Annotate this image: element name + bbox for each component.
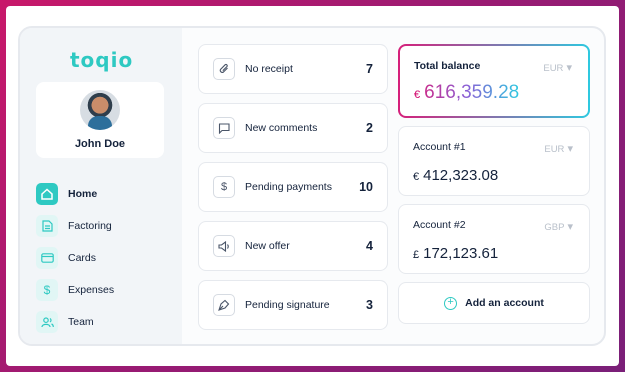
home-icon [36,183,58,205]
add-account-label: Add an account [465,297,544,309]
amount-value: 172,123.61 [423,245,499,262]
total-balance-card[interactable]: Total balance EUR €616,359.28 [398,44,590,118]
brand-logo[interactable]: toqio [70,48,133,72]
comment-icon [213,117,235,139]
sidebar-item-expenses[interactable]: $ Expenses [36,274,114,306]
avatar [80,90,120,130]
sidebar-item-cards[interactable]: Cards [36,242,114,274]
currency-select[interactable]: GBP [544,220,573,233]
notification-pending-payments[interactable]: $ Pending payments 10 [198,162,388,212]
notification-label: Pending payments [245,181,332,193]
total-balance-amount: €616,359.28 [414,82,519,104]
sidebar-nav: Home Factoring Cards $ Expenses Team [36,178,114,338]
add-account-button[interactable]: + Add an account [398,282,590,324]
plus-circle-icon: + [444,296,458,310]
notification-label: Pending signature [245,299,330,311]
notification-label: No receipt [245,63,293,75]
sidebar-item-label: Team [68,316,94,328]
notification-count: 2 [366,121,373,135]
notification-no-receipt[interactable]: No receipt 7 [198,44,388,94]
sidebar: toqio John Doe Home Factoring Cards $ Ex… [20,28,182,344]
notification-new-offer[interactable]: New offer 4 [198,221,388,271]
account-amount: €412,323.08 [413,167,498,184]
notification-count: 4 [366,239,373,253]
notification-pending-signature[interactable]: Pending signature 3 [198,280,388,330]
account-amount: £172,123.61 [413,245,498,262]
sidebar-item-label: Expenses [68,284,115,296]
dashboard-window: toqio John Doe Home Factoring Cards $ Ex… [18,26,606,346]
card-icon [36,247,58,269]
notification-count: 3 [366,298,373,312]
amount-value: 616,359.28 [424,82,520,103]
profile-card[interactable]: John Doe [36,82,164,158]
account-card-2[interactable]: Account #2 GBP £172,123.61 [398,204,590,274]
sidebar-item-label: Factoring [68,220,112,232]
team-icon [36,311,58,333]
document-icon [36,215,58,237]
sidebar-item-team[interactable]: Team [36,306,114,338]
megaphone-icon [213,235,235,257]
currency-select[interactable]: EUR [543,61,572,74]
notification-label: New offer [245,240,290,252]
sidebar-item-home[interactable]: Home [36,178,114,210]
notification-count: 10 [359,180,373,194]
notification-count: 7 [366,62,373,76]
paperclip-icon [213,58,235,80]
currency-symbol: € [413,171,420,183]
amount-value: 412,323.08 [423,167,499,184]
sidebar-item-factoring[interactable]: Factoring [36,210,114,242]
accounts-panel: Total balance EUR €616,359.28 Account #1… [398,44,590,324]
notification-label: New comments [245,122,318,134]
notifications-list: No receipt 7 New comments 2 $ Pending pa… [198,44,388,339]
profile-name: John Doe [74,138,126,150]
account-card-1[interactable]: Account #1 EUR €412,323.08 [398,126,590,196]
currency-symbol: £ [413,249,420,261]
currency-select[interactable]: EUR [544,142,573,155]
currency-symbol: € [414,89,421,101]
sidebar-item-label: Home [68,188,98,200]
dollar-icon: $ [213,176,235,198]
notification-new-comments[interactable]: New comments 2 [198,103,388,153]
sidebar-item-label: Cards [68,252,97,264]
dollar-icon: $ [36,279,58,301]
pen-icon [213,294,235,316]
